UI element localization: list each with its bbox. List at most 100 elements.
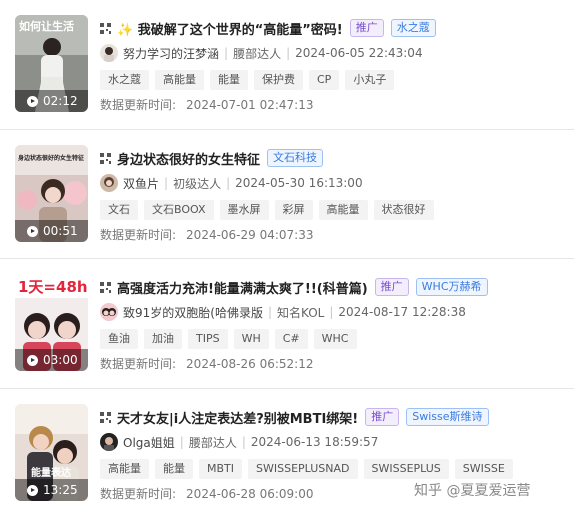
video-thumbnail[interactable]: 身边状态很好的女生特征 00:51 — [15, 145, 88, 242]
keyword-chip[interactable]: 能量 — [155, 459, 193, 479]
author-row: Olga姐姐 | 腰部达人 | 2024-06-13 18:59:57 — [100, 432, 378, 452]
update-time-row: 数据更新时间: 2024-06-29 04:07:33 — [100, 226, 314, 243]
update-time-value: 2024-07-01 02:47:13 — [186, 98, 314, 112]
keyword-chip[interactable]: SWISSE — [454, 459, 513, 479]
brand-tag[interactable]: Swisse斯维诗 — [406, 408, 489, 426]
brand-tag[interactable]: 文石科技 — [267, 149, 324, 167]
promo-tag: 推广 — [365, 408, 400, 426]
promo-tag: 推广 — [374, 278, 409, 296]
brand-tag[interactable]: WHC万赫希 — [415, 278, 488, 296]
keyword-chip[interactable]: 文石BOOX — [144, 200, 214, 220]
duration-text: 00:51 — [43, 224, 78, 238]
post-title[interactable]: 天才女友|i人注定表达差?别被MBTI绑架! — [117, 408, 358, 427]
keyword-chip[interactable]: C# — [274, 329, 308, 349]
separator: | — [286, 46, 291, 60]
author-level: 腰部达人 — [188, 435, 237, 450]
keyword-chip[interactable]: SWISSEPLUSNAD — [248, 459, 358, 479]
author-row: 致91岁的双胞胎(哈佛录版 | 知名KOL | 2024-08-17 12:28… — [100, 302, 466, 322]
content-card[interactable]: 身边状态很好的女生特征 00:51 身边状态很好的女生特征 文石科技 双鱼片 |… — [0, 130, 574, 258]
separator: | — [267, 305, 272, 319]
title-row: 高强度活力充沛!能量满满太爽了!!(科普篇) 推广 WHC万赫希 — [100, 276, 488, 298]
video-duration: 03:00 — [15, 349, 88, 371]
update-time-label: 数据更新时间: — [100, 98, 177, 112]
avatar[interactable] — [100, 433, 118, 451]
play-icon — [27, 484, 38, 496]
publish-time: 2024-06-13 18:59:57 — [250, 435, 379, 449]
update-time-value: 2024-06-28 06:09:00 — [186, 487, 314, 501]
separator: | — [226, 176, 231, 190]
keyword-chip[interactable]: 彩屏 — [274, 200, 313, 220]
keyword-chips: 水之蔻 高能量 能量 保护费 CP 小丸子 — [100, 70, 400, 90]
author-level: 初级达人 — [173, 176, 222, 191]
post-title[interactable]: ✨ 我破解了这个世界的“高能量”密码! — [117, 19, 343, 38]
update-time-label: 数据更新时间: — [100, 487, 177, 501]
avatar[interactable] — [100, 303, 118, 321]
keyword-chip[interactable]: CP — [309, 70, 340, 90]
qr-code-icon[interactable] — [100, 152, 111, 164]
separator: | — [241, 435, 246, 449]
keyword-chip[interactable]: 能量 — [210, 70, 248, 90]
author-level: 知名KOL — [277, 305, 325, 320]
update-time-row: 数据更新时间: 2024-06-28 06:09:00 — [100, 485, 314, 502]
title-row: 天才女友|i人注定表达差?别被MBTI绑架! 推广 Swisse斯维诗 — [100, 406, 489, 428]
title-row: ✨ 我破解了这个世界的“高能量”密码! 推广 水之蔻 — [100, 17, 436, 39]
keyword-chip[interactable]: 保护费 — [254, 70, 303, 90]
keyword-chip[interactable]: MBTI — [199, 459, 243, 479]
update-time-label: 数据更新时间: — [100, 228, 177, 242]
author-level: 腰部达人 — [233, 46, 282, 61]
duration-text: 13:25 — [43, 483, 78, 497]
avatar[interactable] — [100, 44, 118, 62]
update-time-value: 2024-06-29 04:07:33 — [186, 228, 314, 242]
keyword-chip[interactable]: 水之蔻 — [100, 70, 149, 90]
brand-tag[interactable]: 水之蔻 — [390, 19, 436, 37]
keyword-chip[interactable]: 墨水屏 — [219, 200, 269, 220]
qr-code-icon[interactable] — [100, 22, 111, 34]
svg-text:1天=48h: 1天=48h — [18, 278, 88, 296]
keyword-chip[interactable]: TIPS — [188, 329, 228, 349]
qr-code-icon[interactable] — [100, 411, 111, 423]
promo-tag: 推广 — [349, 19, 384, 37]
keyword-chip[interactable]: 状态很好 — [373, 200, 434, 220]
keyword-chip[interactable]: WHC — [313, 329, 357, 349]
content-card[interactable]: 1天=48h 03:00 高强度活力充沛!能量满满太爽了!!(科普篇) 推广 W… — [0, 259, 574, 388]
keyword-chips: 高能量 能量 MBTI SWISSEPLUSNAD SWISSEPLUS SWI… — [100, 459, 519, 479]
svg-text:如何让生活: 如何让生活 — [19, 19, 74, 33]
keyword-chip[interactable]: 加油 — [144, 329, 182, 349]
publish-time: 2024-05-30 16:13:00 — [235, 176, 363, 190]
publish-time: 2024-06-05 22:43:04 — [295, 46, 423, 60]
update-time-row: 数据更新时间: 2024-07-01 02:47:13 — [100, 96, 314, 113]
author-name[interactable]: Olga姐姐 — [123, 434, 175, 451]
keyword-chip[interactable]: 高能量 — [155, 70, 204, 90]
svg-text:能量表达: 能量表达 — [31, 466, 71, 479]
author-name[interactable]: 努力学习的汪梦涵 — [123, 45, 219, 62]
play-icon — [27, 354, 38, 366]
publish-time: 2024-08-17 12:28:38 — [338, 305, 466, 319]
author-name[interactable]: 双鱼片 — [123, 175, 159, 192]
content-card[interactable]: 如何让生活 02:12 ✨ 我破解了这个世界的“高能量”密码! 推广 水之蔻 努… — [0, 0, 574, 129]
keyword-chip[interactable]: 高能量 — [100, 459, 149, 479]
video-thumbnail[interactable]: 如何让生活 02:12 — [15, 15, 88, 112]
post-title[interactable]: 高强度活力充沛!能量满满太爽了!!(科普篇) — [117, 278, 368, 297]
svg-text:身边状态很好的女生特征: 身边状态很好的女生特征 — [18, 154, 84, 162]
video-duration: 13:25 — [15, 479, 88, 501]
author-row: 努力学习的汪梦涵 | 腰部达人 | 2024-06-05 22:43:04 — [100, 43, 423, 63]
video-thumbnail[interactable]: 能量表达 13:25 — [15, 404, 88, 501]
qr-code-icon[interactable] — [100, 281, 111, 293]
keyword-chips: 鱼油 加油 TIPS WH C# WHC — [100, 329, 363, 349]
keyword-chip[interactable]: 小丸子 — [345, 70, 395, 90]
keyword-chip[interactable]: 高能量 — [318, 200, 368, 220]
duration-text: 03:00 — [43, 353, 78, 367]
keyword-chip[interactable]: WH — [233, 329, 269, 349]
author-name[interactable]: 致91岁的双胞胎(哈佛录版 — [123, 304, 263, 321]
update-time-value: 2024-08-26 06:52:12 — [186, 357, 314, 371]
keyword-chip[interactable]: 文石 — [100, 200, 138, 220]
keyword-chip[interactable]: 鱼油 — [100, 329, 138, 349]
title-row: 身边状态很好的女生特征 文石科技 — [100, 147, 324, 169]
avatar[interactable] — [100, 174, 118, 192]
keyword-chip[interactable]: SWISSEPLUS — [363, 459, 449, 479]
post-title[interactable]: 身边状态很好的女生特征 — [117, 149, 260, 168]
video-duration: 02:12 — [15, 90, 88, 112]
video-duration: 00:51 — [15, 220, 88, 242]
separator: | — [329, 305, 334, 319]
video-thumbnail[interactable]: 1天=48h 03:00 — [15, 274, 88, 371]
